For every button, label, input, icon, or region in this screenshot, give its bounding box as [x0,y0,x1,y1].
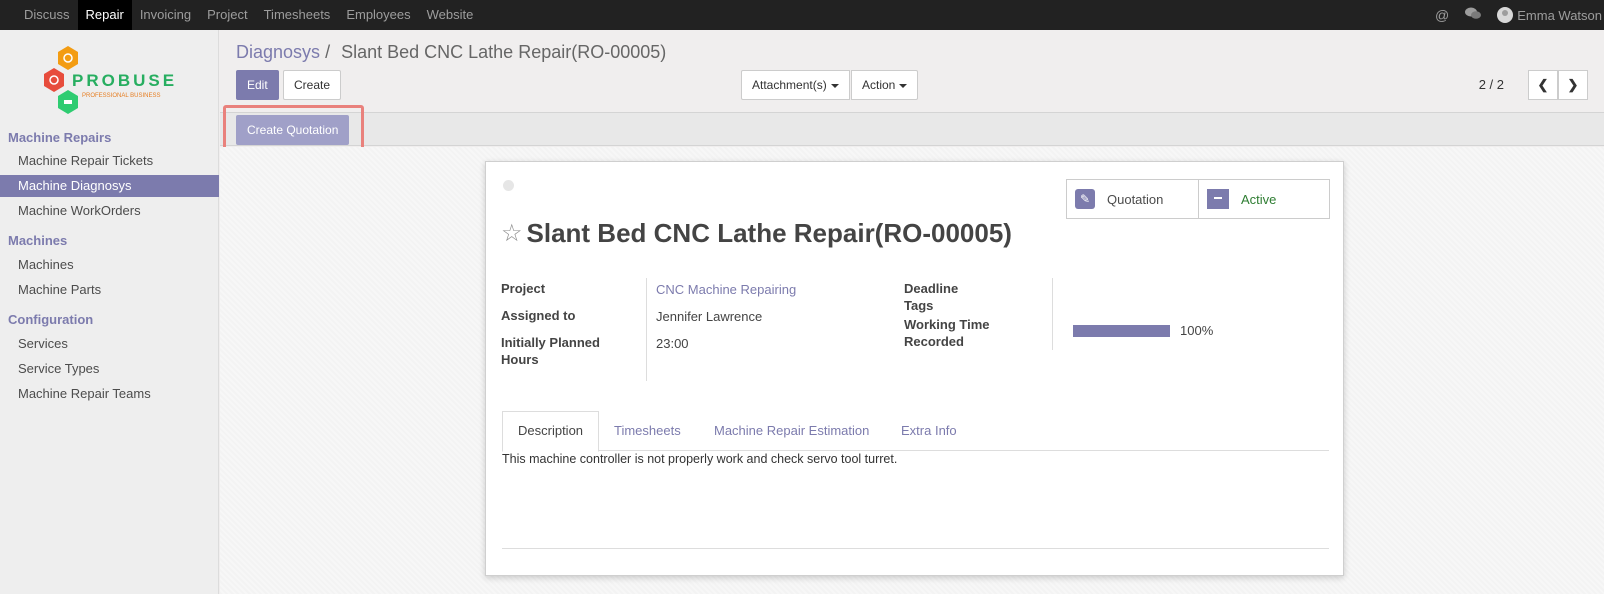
menu-employees[interactable]: Employees [338,0,418,30]
menu-timesheets[interactable]: Timesheets [256,0,339,30]
quotation-smart-button[interactable]: ✎ Quotation [1067,180,1198,218]
menu-project[interactable]: Project [199,0,255,30]
avatar [1497,7,1514,23]
record-title-row: ☆ Slant Bed CNC Lathe Repair(RO-00005) [501,218,1012,249]
sidebar-item-machines[interactable]: Machines [0,254,219,276]
app-menu: Discuss Repair Invoicing Project Timeshe… [16,0,481,30]
sidebar-item-diagnosys[interactable]: Machine Diagnosys [0,175,219,197]
pager-previous-button[interactable]: ❮ [1528,70,1558,100]
create-button[interactable]: Create [283,70,342,100]
logo-tagline: PROFESSIONAL BUSINESS [82,93,160,99]
sidebar-item-repair-tickets[interactable]: Machine Repair Tickets [0,150,219,172]
notebook-tabs: Description Timesheets Machine Repair Es… [502,411,1329,452]
menu-invoicing[interactable]: Invoicing [132,0,199,30]
archive-icon [1207,189,1229,209]
chevron-right-icon: ❯ [1567,77,1579,92]
sidebar: PROBUSE PROFESSIONAL BUSINESS Machine Re… [0,30,219,594]
user-menu[interactable]: Emma Watson [1497,7,1604,23]
smart-buttons: ✎ Quotation Active [1066,179,1330,219]
action-dropdown[interactable]: Action [851,70,919,100]
company-logo: PROBUSE PROFESSIONAL BUSINESS [40,44,180,116]
divider [502,548,1329,549]
working-time-progress-fill [1073,325,1170,337]
tab-timesheets[interactable]: Timesheets [614,411,681,451]
sidebar-item-services[interactable]: Services [0,333,219,355]
action-label: Action [862,78,896,92]
deadline-label: Deadline [904,281,959,296]
menu-website[interactable]: Website [419,0,482,30]
pencil-icon: ✎ [1075,189,1095,209]
edit-button[interactable]: Edit [236,70,279,100]
sidebar-item-machine-parts[interactable]: Machine Parts [0,279,219,301]
section-machine-repairs: Machine Repairs [8,130,112,145]
column-divider [646,278,647,381]
quotation-label: Quotation [1107,191,1164,207]
breadcrumb: Diagnosys / Slant Bed CNC Lathe Repair(R… [236,42,666,63]
section-machines: Machines [8,233,68,248]
active-smart-button[interactable]: Active [1198,180,1329,218]
working-time-progress [1073,325,1170,337]
at-icon[interactable]: @ [1435,7,1449,23]
menu-discuss[interactable]: Discuss [16,0,78,30]
caret-down-icon [899,83,908,88]
pager-value: 2 / 2 [1478,77,1504,92]
menu-repair[interactable]: Repair [77,0,132,30]
tab-extra-info[interactable]: Extra Info [901,411,957,451]
breadcrumb-separator: / [325,42,331,62]
user-name: Emma Watson [1517,7,1602,23]
active-label: Active [1241,191,1277,207]
record-title: Slant Bed CNC Lathe Repair(RO-00005) [526,218,1012,248]
chat-icon[interactable] [1465,7,1482,23]
form-statusbar: Create Quotation [220,112,1604,146]
attachments-label: Attachment(s) [752,78,827,92]
caret-down-icon [830,83,839,88]
systray: @ Emma Watson [1435,0,1604,30]
assigned-to-label: Assigned to [501,308,576,323]
tab-description[interactable]: Description [502,411,600,452]
pager-next-button[interactable]: ❯ [1558,70,1588,100]
tab-machine-repair-estimation[interactable]: Machine Repair Estimation [714,411,869,451]
star-icon[interactable]: ☆ [501,219,523,248]
control-panel: Diagnosys / Slant Bed CNC Lathe Repair(R… [220,30,1604,112]
priority-dot[interactable] [503,180,514,191]
planned-hours-value: 23:00 [656,336,689,351]
logo-text: PROBUSE [72,71,177,90]
tags-label: Tags [904,298,934,313]
project-value[interactable]: CNC Machine Repairing [656,282,796,297]
assigned-to-value: Jennifer Lawrence [656,309,763,324]
breadcrumb-current: Slant Bed CNC Lathe Repair(RO-00005) [341,42,667,62]
planned-hours-label: Initially Planned Hours [501,335,600,367]
top-navbar: Discuss Repair Invoicing Project Timeshe… [0,0,1604,30]
working-time-label: Working Time Recorded [904,317,990,349]
breadcrumb-parent[interactable]: Diagnosys [236,42,320,62]
sidebar-item-workorders[interactable]: Machine WorkOrders [0,200,219,222]
description-text: This machine controller is not properly … [502,452,898,466]
attachments-dropdown[interactable]: Attachment(s) [741,70,850,100]
column-divider [1052,278,1053,350]
section-configuration: Configuration [8,312,94,327]
working-time-percent: 100% [1180,323,1214,338]
project-label: Project [501,281,546,296]
form-sheet: ✎ Quotation Active ☆ Slant Bed CNC Lathe… [485,161,1344,576]
sidebar-item-service-types[interactable]: Service Types [0,358,219,380]
chevron-left-icon: ❮ [1537,77,1549,92]
sidebar-item-repair-teams[interactable]: Machine Repair Teams [0,383,219,405]
